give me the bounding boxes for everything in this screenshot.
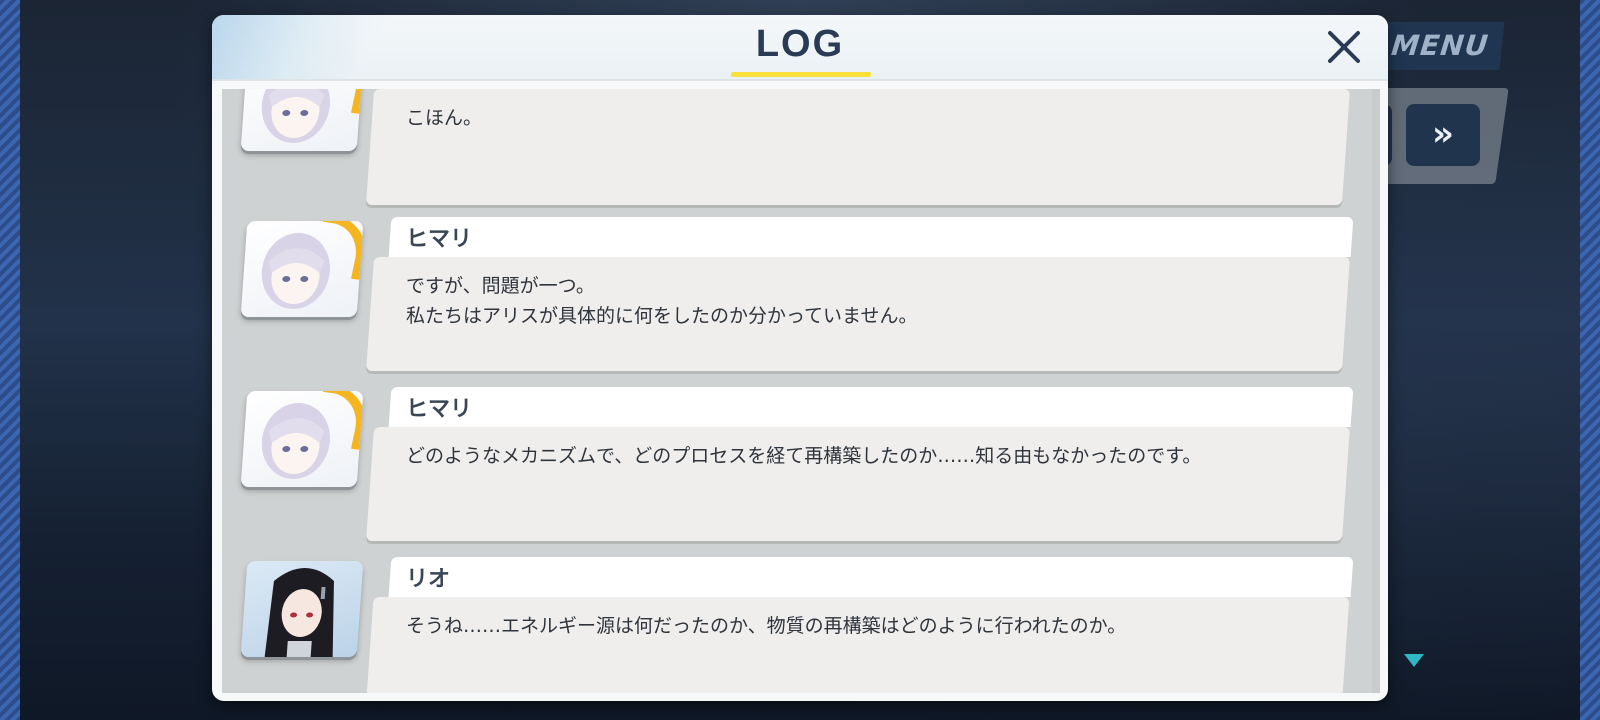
message-box xyxy=(365,89,1351,205)
speaker-name: ヒマリ xyxy=(406,397,473,422)
fast-forward-icon[interactable]: » xyxy=(1406,104,1480,166)
log-title: LOG xyxy=(755,23,845,65)
log-list[interactable]: こほん。 ヒマリ ですが、問題が一つ。 私たちはアリスが具体的に何をしたのか分か… xyxy=(222,89,1380,693)
close-icon[interactable] xyxy=(1324,27,1364,67)
avatar-rio xyxy=(240,561,364,657)
log-header: LOG xyxy=(212,15,1388,81)
speaker-name: リオ xyxy=(406,567,451,592)
himari-portrait-icon xyxy=(261,89,330,143)
message-text: ですが、問題が一つ。 私たちはアリスが具体的に何をしたのか分かっていません。 xyxy=(406,275,918,327)
avatar-himari xyxy=(240,221,364,317)
speaker-name-bar xyxy=(388,217,1354,257)
message-text: どのようなメカニズムで、どのプロセスを経て再構築したのか……知る由もなかったので… xyxy=(406,445,1202,467)
himari-portrait-icon xyxy=(261,403,330,479)
menu-button[interactable]: MENU xyxy=(1375,22,1505,70)
himari-portrait-icon xyxy=(261,233,330,309)
avatar-himari xyxy=(240,89,364,151)
speaker-name-bar xyxy=(388,557,1354,597)
rio-portrait-icon xyxy=(264,568,334,657)
scrollbar[interactable] xyxy=(1372,89,1380,693)
left-border xyxy=(0,0,20,720)
title-underline xyxy=(731,72,871,77)
message-text: そうね……エネルギー源は何だったのか、物質の再構築はどのように行われたのか。 xyxy=(406,615,1127,637)
avatar-himari xyxy=(240,391,364,487)
next-arrow-icon xyxy=(1404,654,1424,667)
speaker-name: ヒマリ xyxy=(406,227,473,252)
message-text: こほん。 xyxy=(406,107,483,129)
right-border xyxy=(1580,0,1600,720)
log-window: LOG こほん。 ヒマリ ですが、問題が一つ。 私たちはアリスが具体的に何をした… xyxy=(212,15,1388,701)
speaker-name-bar xyxy=(388,387,1354,427)
